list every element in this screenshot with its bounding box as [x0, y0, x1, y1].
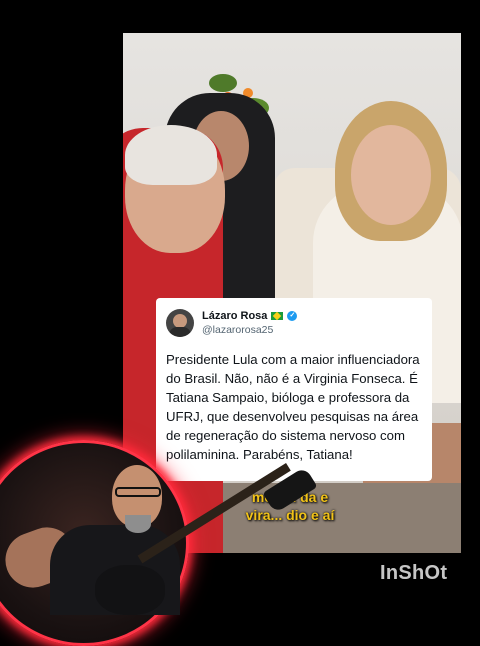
guitar-body — [95, 565, 165, 615]
glasses-icon — [115, 487, 161, 497]
avatar[interactable] — [166, 309, 194, 337]
guitarist-beard — [125, 515, 151, 533]
verified-badge-icon: ✓ — [287, 311, 298, 321]
person-left-hair — [125, 125, 217, 185]
author-handle[interactable]: @lazarorosa25 — [202, 324, 297, 336]
person-right-face — [351, 125, 431, 225]
author-name[interactable]: Lázaro Rosa — [202, 310, 267, 322]
tweet-text: Presidente Lula com a maior influenciado… — [166, 352, 420, 462]
tweet-author: Lázaro Rosa ✓ @lazarorosa25 — [202, 310, 298, 336]
tweet-card[interactable]: Lázaro Rosa ✓ @lazarorosa25 Presidente L… — [156, 298, 432, 481]
caption-line-2: vira... dio e aí — [245, 507, 335, 523]
inshot-watermark: InShOt — [380, 562, 448, 584]
brazil-flag-icon — [271, 312, 284, 320]
tweet-header: Lázaro Rosa ✓ @lazarorosa25 — [166, 304, 422, 342]
